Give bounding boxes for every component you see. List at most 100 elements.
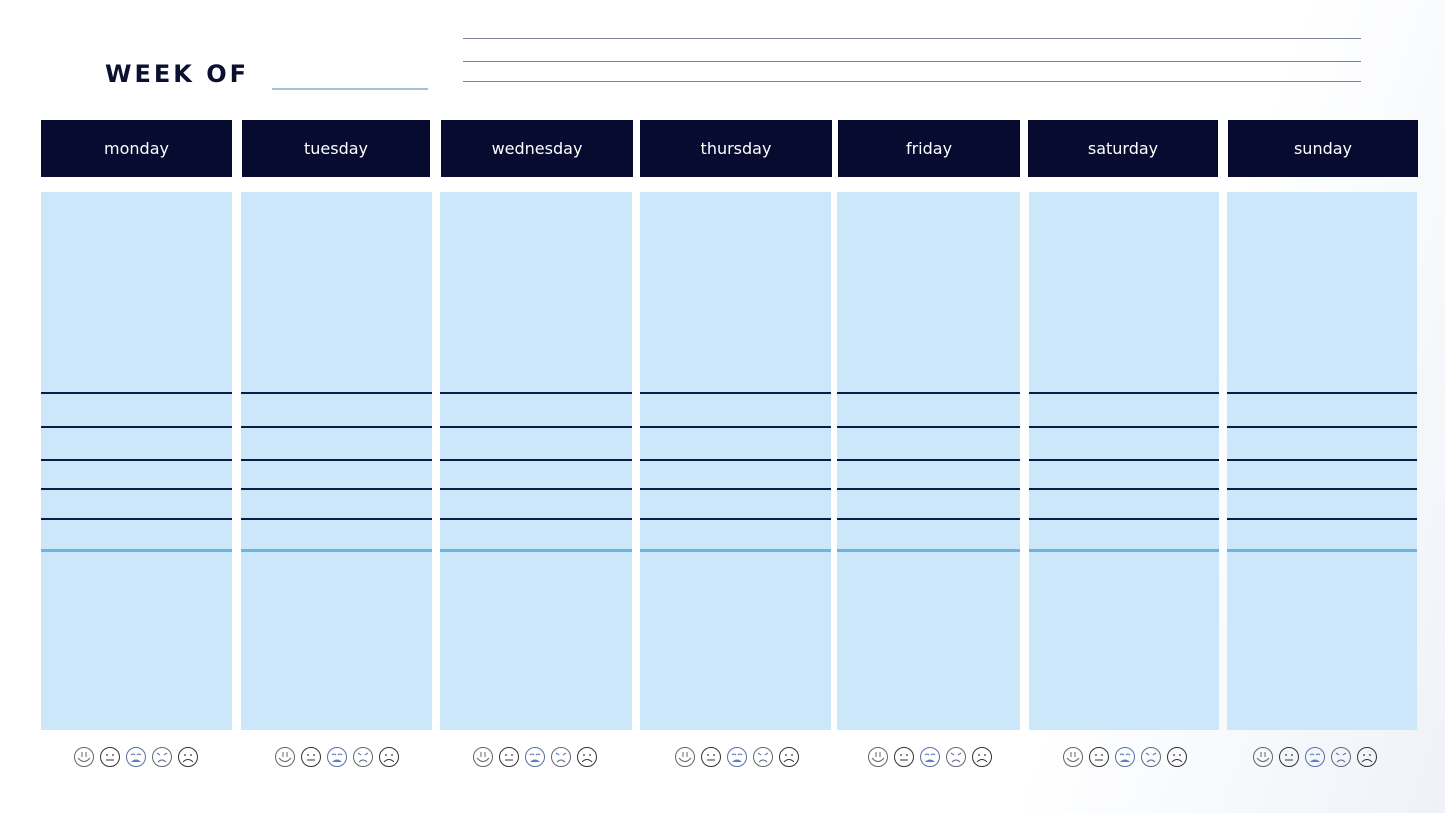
day-header-wednesday: wednesday	[441, 120, 633, 177]
crying-face-icon[interactable]	[524, 746, 546, 768]
day-header-sunday: sunday	[1228, 120, 1418, 177]
writing-line[interactable]	[837, 426, 1020, 428]
writing-line[interactable]	[440, 518, 632, 520]
writing-line[interactable]	[41, 518, 232, 520]
sad-face-icon[interactable]	[1166, 746, 1188, 768]
writing-line[interactable]	[440, 459, 632, 461]
writing-line[interactable]	[41, 392, 232, 394]
writing-line[interactable]	[41, 459, 232, 461]
crying-face-icon[interactable]	[326, 746, 348, 768]
writing-line[interactable]	[837, 488, 1020, 490]
writing-line[interactable]	[837, 459, 1020, 461]
sad-face-icon[interactable]	[1356, 746, 1378, 768]
crying-face-icon[interactable]	[1304, 746, 1326, 768]
happy-face-icon[interactable]	[472, 746, 494, 768]
day-header-tuesday: tuesday	[242, 120, 430, 177]
angry-face-icon[interactable]	[752, 746, 774, 768]
writing-line[interactable]	[440, 426, 632, 428]
writing-line[interactable]	[640, 392, 831, 394]
day-notes-area[interactable]	[241, 192, 432, 730]
writing-line[interactable]	[640, 488, 831, 490]
writing-line[interactable]	[1029, 488, 1219, 490]
day-notes-area[interactable]	[640, 192, 831, 730]
writing-line[interactable]	[1029, 459, 1219, 461]
writing-line[interactable]	[440, 488, 632, 490]
mood-tracker	[1252, 746, 1378, 768]
sad-face-icon[interactable]	[576, 746, 598, 768]
note-line-1[interactable]	[463, 38, 1361, 39]
angry-face-icon[interactable]	[1330, 746, 1352, 768]
sad-face-icon[interactable]	[378, 746, 400, 768]
section-divider	[241, 549, 432, 552]
writing-line[interactable]	[837, 392, 1020, 394]
writing-line[interactable]	[640, 426, 831, 428]
note-line-2[interactable]	[463, 61, 1361, 62]
writing-line[interactable]	[1227, 426, 1417, 428]
writing-line[interactable]	[640, 459, 831, 461]
week-of-label: WEEK OF	[105, 60, 250, 88]
crying-face-icon[interactable]	[1114, 746, 1136, 768]
writing-line[interactable]	[1227, 392, 1417, 394]
section-divider	[41, 549, 232, 552]
writing-line[interactable]	[1227, 518, 1417, 520]
section-divider	[1029, 549, 1219, 552]
mood-tracker	[73, 746, 199, 768]
happy-face-icon[interactable]	[274, 746, 296, 768]
neutral-face-icon[interactable]	[1278, 746, 1300, 768]
neutral-face-icon[interactable]	[99, 746, 121, 768]
day-header-saturday: saturday	[1028, 120, 1218, 177]
writing-line[interactable]	[41, 488, 232, 490]
angry-face-icon[interactable]	[151, 746, 173, 768]
happy-face-icon[interactable]	[1062, 746, 1084, 768]
happy-face-icon[interactable]	[1252, 746, 1274, 768]
writing-line[interactable]	[41, 426, 232, 428]
neutral-face-icon[interactable]	[700, 746, 722, 768]
sad-face-icon[interactable]	[971, 746, 993, 768]
day-header-monday: monday	[41, 120, 232, 177]
angry-face-icon[interactable]	[945, 746, 967, 768]
writing-line[interactable]	[241, 459, 432, 461]
angry-face-icon[interactable]	[550, 746, 572, 768]
neutral-face-icon[interactable]	[893, 746, 915, 768]
crying-face-icon[interactable]	[125, 746, 147, 768]
writing-line[interactable]	[241, 518, 432, 520]
day-notes-area[interactable]	[1227, 192, 1417, 730]
writing-line[interactable]	[1029, 392, 1219, 394]
sad-face-icon[interactable]	[177, 746, 199, 768]
writing-line[interactable]	[1029, 426, 1219, 428]
writing-line[interactable]	[1227, 488, 1417, 490]
crying-face-icon[interactable]	[919, 746, 941, 768]
neutral-face-icon[interactable]	[498, 746, 520, 768]
day-notes-area[interactable]	[1029, 192, 1219, 730]
neutral-face-icon[interactable]	[300, 746, 322, 768]
day-notes-area[interactable]	[41, 192, 232, 730]
writing-line[interactable]	[1227, 459, 1417, 461]
happy-face-icon[interactable]	[73, 746, 95, 768]
crying-face-icon[interactable]	[726, 746, 748, 768]
note-line-3[interactable]	[463, 81, 1361, 82]
day-notes-area[interactable]	[440, 192, 632, 730]
day-notes-area[interactable]	[837, 192, 1020, 730]
mood-tracker	[1062, 746, 1188, 768]
writing-line[interactable]	[640, 518, 831, 520]
day-header-friday: friday	[838, 120, 1020, 177]
section-divider	[440, 549, 632, 552]
mood-tracker	[472, 746, 598, 768]
week-of-field[interactable]	[272, 88, 428, 90]
writing-line[interactable]	[241, 426, 432, 428]
mood-tracker	[867, 746, 993, 768]
sad-face-icon[interactable]	[778, 746, 800, 768]
writing-line[interactable]	[1029, 518, 1219, 520]
writing-line[interactable]	[241, 392, 432, 394]
angry-face-icon[interactable]	[1140, 746, 1162, 768]
writing-line[interactable]	[241, 488, 432, 490]
writing-line[interactable]	[837, 518, 1020, 520]
happy-face-icon[interactable]	[674, 746, 696, 768]
happy-face-icon[interactable]	[867, 746, 889, 768]
section-divider	[640, 549, 831, 552]
writing-line[interactable]	[440, 392, 632, 394]
neutral-face-icon[interactable]	[1088, 746, 1110, 768]
mood-tracker	[674, 746, 800, 768]
section-divider	[1227, 549, 1417, 552]
angry-face-icon[interactable]	[352, 746, 374, 768]
